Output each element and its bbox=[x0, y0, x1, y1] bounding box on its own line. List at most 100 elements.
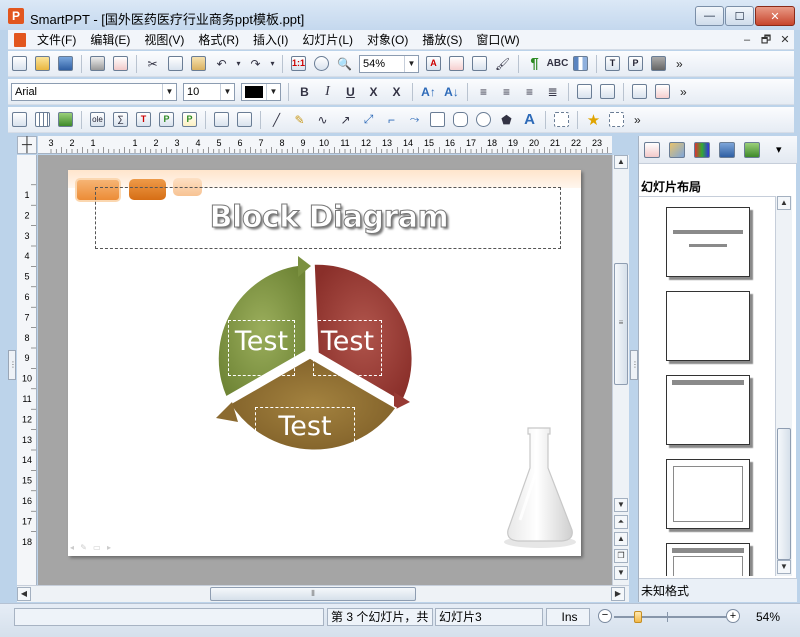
grow-font-icon[interactable]: A↑ bbox=[419, 82, 439, 102]
scroll-right-icon[interactable]: ▶ bbox=[611, 587, 625, 601]
chart-icon[interactable] bbox=[571, 54, 591, 74]
prev-slide-icon[interactable]: ▲ bbox=[614, 532, 628, 546]
close-button[interactable]: ✕ bbox=[755, 6, 795, 26]
spellcheck-icon[interactable]: ABC bbox=[547, 54, 569, 74]
more-tools-icon[interactable]: » bbox=[680, 85, 687, 99]
select-pointer-icon[interactable] bbox=[607, 110, 627, 130]
curve-icon[interactable]: ∿ bbox=[313, 110, 333, 130]
template-p-icon[interactable]: P bbox=[626, 54, 646, 74]
panel-tab-design[interactable] bbox=[667, 140, 687, 160]
underline-icon[interactable]: U bbox=[341, 82, 361, 102]
export-pdf-icon[interactable] bbox=[111, 54, 131, 74]
ruler-corner-icon[interactable]: ┼ bbox=[17, 136, 37, 154]
bold-icon[interactable]: B bbox=[295, 82, 315, 102]
font-name-combo[interactable]: Arial ▼ bbox=[11, 82, 177, 101]
scroll-up-icon[interactable]: ▲ bbox=[777, 196, 791, 210]
scroll-left-icon[interactable]: ◀ bbox=[17, 587, 31, 601]
magnifier-icon[interactable]: 🔍 bbox=[335, 54, 355, 74]
font-color-combo[interactable]: ▼ bbox=[241, 82, 281, 101]
ole-object-icon[interactable]: ole bbox=[88, 110, 108, 130]
mdi-minimize-button[interactable]: – bbox=[738, 32, 756, 48]
chevron-down-icon[interactable]: ▼ bbox=[162, 83, 176, 100]
connector-icon[interactable]: ⤢ bbox=[359, 110, 379, 130]
indent-decrease-icon[interactable] bbox=[575, 82, 595, 102]
more-tools-icon[interactable]: » bbox=[634, 113, 641, 127]
slide-canvas[interactable]: Block Diagram Test Test Test ◂ ✎ ▭ ▸ bbox=[38, 155, 612, 585]
copy-icon[interactable] bbox=[166, 54, 186, 74]
arrow-line-icon[interactable]: ↗ bbox=[336, 110, 356, 130]
more-tools-icon[interactable]: » bbox=[676, 57, 683, 71]
wordart-icon[interactable]: A bbox=[520, 110, 540, 130]
bullet-list-icon[interactable] bbox=[630, 82, 650, 102]
chevron-down-icon[interactable]: ▼ bbox=[220, 83, 234, 100]
align-center-icon[interactable]: ≡ bbox=[497, 82, 517, 102]
menu-play[interactable]: 播放(S) bbox=[415, 30, 469, 50]
first-slide-icon[interactable]: ⏶ bbox=[614, 515, 628, 529]
align-left-icon[interactable]: ≡ bbox=[474, 82, 494, 102]
zoom-slider-knob[interactable] bbox=[634, 611, 642, 623]
template-t-icon[interactable]: T bbox=[603, 54, 623, 74]
align-right-icon[interactable]: ≡ bbox=[520, 82, 540, 102]
align-justify-icon[interactable]: ≣ bbox=[543, 82, 563, 102]
rectangle-icon[interactable] bbox=[428, 110, 448, 130]
maximize-button[interactable]: ☐ bbox=[725, 6, 754, 26]
indent-increase-icon[interactable] bbox=[598, 82, 618, 102]
rounded-rectangle-icon[interactable] bbox=[451, 110, 471, 130]
layers-icon[interactable] bbox=[649, 54, 669, 74]
cut-icon[interactable]: ✂ bbox=[143, 54, 163, 74]
menu-file[interactable]: 文件(F) bbox=[30, 30, 83, 50]
picture-icon[interactable] bbox=[56, 110, 76, 130]
redo-icon[interactable]: ↷ bbox=[246, 54, 266, 74]
layout-thumb-title-only[interactable] bbox=[666, 375, 750, 445]
segment-label-green[interactable]: Test bbox=[228, 326, 295, 357]
print-icon[interactable] bbox=[88, 54, 108, 74]
scroll-up-icon[interactable]: ▲ bbox=[614, 155, 628, 169]
ellipse-icon[interactable] bbox=[474, 110, 494, 130]
curved-connector-icon[interactable]: ⤳ bbox=[405, 110, 425, 130]
star-icon[interactable]: ★ bbox=[584, 110, 604, 130]
panel-menu-icon[interactable]: ▾ bbox=[776, 143, 782, 156]
numbered-list-icon[interactable] bbox=[653, 82, 673, 102]
brush-icon[interactable]: 🖌 bbox=[493, 54, 513, 74]
chevron-down-icon[interactable]: ▼ bbox=[404, 55, 418, 72]
scrollbar-thumb[interactable]: ⦀ bbox=[210, 587, 416, 601]
title-placeholder[interactable]: Block Diagram bbox=[95, 187, 561, 249]
chevron-down-icon[interactable]: ▼ bbox=[266, 83, 280, 100]
panel-tab-layout[interactable] bbox=[642, 140, 662, 160]
slide[interactable]: Block Diagram Test Test Test ◂ ✎ ▭ ▸ bbox=[68, 170, 581, 556]
scrollbar-thumb[interactable]: ≡ bbox=[614, 263, 628, 385]
redo-dropdown-icon[interactable]: ▾ bbox=[269, 54, 277, 74]
segment-label-red[interactable]: Test bbox=[313, 326, 382, 357]
undo-icon[interactable]: ↶ bbox=[212, 54, 232, 74]
slide-view-icon[interactable]: ❐ bbox=[614, 549, 628, 563]
mdi-restore-button[interactable]: 🗗 bbox=[757, 32, 775, 48]
shrink-font-icon[interactable]: A↓ bbox=[442, 82, 462, 102]
group-icon[interactable] bbox=[212, 110, 232, 130]
flask-image[interactable] bbox=[498, 420, 578, 550]
layout-thumb-title-content[interactable] bbox=[666, 543, 750, 576]
menu-format[interactable]: 格式(R) bbox=[191, 30, 246, 50]
left-collapse-handle[interactable]: ⋮ bbox=[8, 350, 17, 380]
paste-icon[interactable] bbox=[189, 54, 209, 74]
select-frame-icon[interactable] bbox=[10, 110, 30, 130]
layout-thumb-content[interactable] bbox=[666, 459, 750, 529]
paragraph-icon[interactable]: ¶ bbox=[525, 54, 545, 74]
slide-title[interactable]: Block Diagram bbox=[96, 200, 562, 236]
font-size-combo[interactable]: 10 ▼ bbox=[183, 82, 235, 101]
scrollbar-thumb[interactable] bbox=[777, 428, 791, 560]
menu-slide[interactable]: 幻灯片(L) bbox=[295, 30, 360, 50]
zoom-slider-track[interactable] bbox=[614, 616, 726, 618]
placeholder-p-icon[interactable]: P bbox=[157, 110, 177, 130]
layout-list[interactable] bbox=[639, 196, 779, 576]
zoom-out-icon[interactable]: − bbox=[598, 609, 612, 623]
slide-nav-controls[interactable]: ◂ ✎ ▭ ▸ bbox=[70, 543, 113, 552]
scroll-down-icon[interactable]: ▼ bbox=[777, 560, 791, 574]
menu-window[interactable]: 窗口(W) bbox=[469, 30, 526, 50]
minimize-button[interactable]: — bbox=[695, 6, 724, 26]
list-icon[interactable] bbox=[470, 54, 490, 74]
shapes-icon[interactable]: ⬟ bbox=[497, 110, 517, 130]
strikethrough-icon[interactable]: X bbox=[364, 82, 384, 102]
segment-label-brown[interactable]: Test bbox=[255, 411, 355, 442]
pencil-icon[interactable]: ✎ bbox=[290, 110, 310, 130]
formula-icon[interactable]: ∑ bbox=[111, 110, 131, 130]
